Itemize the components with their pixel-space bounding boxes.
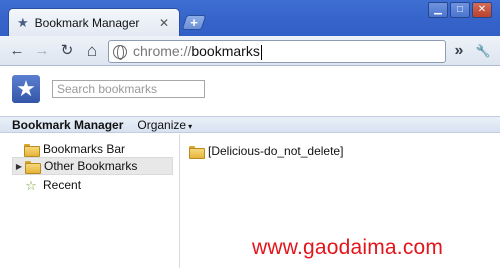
tab-bookmark-manager[interactable]: ★ Bookmark Manager ✕	[8, 8, 180, 36]
manager-title: Bookmark Manager	[12, 117, 124, 132]
folder-tree-pane: Bookmarks Bar ▶ Other Bookmarks ☆ Recent	[0, 134, 180, 268]
globe-icon	[113, 44, 127, 60]
bookmark-manager-header: ★	[0, 67, 500, 117]
text-caret	[260, 44, 262, 60]
organize-label: Organize	[137, 117, 187, 132]
tree-item-label: Bookmarks Bar	[43, 142, 126, 156]
bookmark-manager-bar: Bookmark Manager Organize ▾	[0, 116, 500, 133]
minimize-button[interactable]: ▁	[428, 2, 448, 18]
home-icon[interactable]: ⌂	[83, 42, 101, 60]
expand-triangle-icon[interactable]: ▶	[13, 162, 25, 171]
maximize-button[interactable]: □	[450, 2, 470, 18]
forward-arrow-icon[interactable]: →	[33, 42, 51, 60]
address-bar[interactable]: chrome://bookmarks	[108, 40, 446, 63]
tree-item-bookmarks-bar[interactable]: Bookmarks Bar	[12, 140, 125, 158]
bookmark-star-icon: ★	[17, 14, 29, 30]
tree-item-recent[interactable]: ☆ Recent	[12, 176, 81, 194]
url-scheme: chrome://	[133, 43, 192, 60]
url-text: chrome://bookmarks	[133, 43, 262, 60]
tree-item-other-bookmarks[interactable]: ▶ Other Bookmarks	[12, 157, 173, 175]
list-item-label: [Delicious-do_not_delete]	[208, 144, 344, 158]
search-bookmarks-input[interactable]	[52, 80, 205, 98]
window-controls: ▁ □ ✕	[428, 2, 492, 18]
tree-item-label: Recent	[43, 178, 82, 192]
tab-title: Bookmark Manager	[34, 15, 140, 30]
organize-menu[interactable]: Organize ▾	[137, 118, 192, 132]
folder-icon	[24, 143, 40, 157]
url-host: bookmarks	[191, 43, 260, 60]
wrench-icon[interactable]: 🔧	[474, 42, 492, 60]
title-bar: ★ Bookmark Manager ✕ + ▁ □ ✕	[0, 0, 500, 36]
reload-icon[interactable]: ↻	[58, 42, 76, 60]
list-item[interactable]: [Delicious-do_not_delete]	[189, 142, 343, 160]
browser-toolbar: ← → ↻ ⌂ chrome://bookmarks » 🔧	[0, 36, 500, 66]
dropdown-arrow-icon: ▾	[188, 121, 193, 131]
tree-item-label: Other Bookmarks	[44, 159, 138, 173]
star-icon: ☆	[25, 177, 37, 193]
plus-icon: +	[190, 15, 198, 30]
close-window-button[interactable]: ✕	[472, 2, 492, 18]
back-arrow-icon[interactable]: ←	[8, 42, 26, 60]
overflow-chevron-icon[interactable]: »	[450, 42, 468, 60]
watermark-text: www.gaodaima.com	[252, 236, 444, 259]
folder-icon	[25, 160, 41, 174]
tab-close-icon[interactable]: ✕	[157, 16, 171, 30]
new-tab-button[interactable]: +	[181, 15, 207, 30]
bookmark-manager-logo-icon: ★	[12, 75, 40, 103]
folder-icon	[189, 145, 205, 159]
